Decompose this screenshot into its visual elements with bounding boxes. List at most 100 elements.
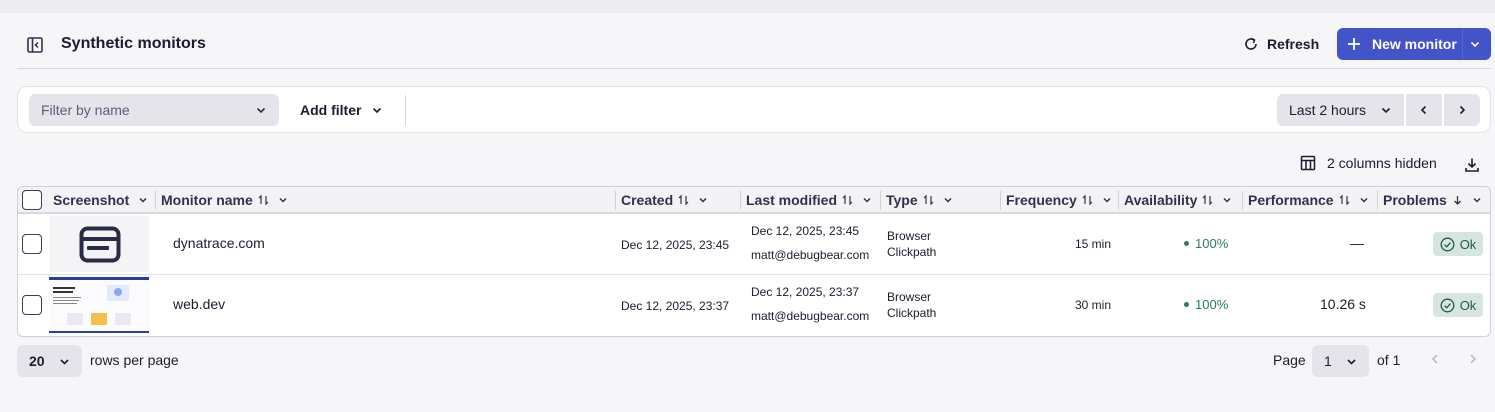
column-header-label: Performance — [1248, 191, 1334, 208]
column-header-label: Problems — [1383, 191, 1447, 208]
chevron-down-icon — [699, 197, 707, 203]
screenshot-thumbnail[interactable] — [49, 216, 149, 272]
column-header-type[interactable]: Type — [886, 187, 953, 212]
modified-by: matt@debugbear.com — [751, 248, 870, 262]
column-divider — [615, 191, 616, 210]
chevron-down-icon — [1347, 358, 1356, 365]
type-line1: Browser — [887, 290, 932, 304]
column-header-screenshot[interactable]: Screenshot — [53, 187, 148, 212]
column-header-problems[interactable]: Problems — [1383, 187, 1482, 212]
page-number-value: 1 — [1324, 353, 1332, 369]
chevron-down-icon — [373, 107, 382, 114]
columns-hidden-label: 2 columns hidden — [1327, 155, 1437, 171]
row-checkbox[interactable] — [22, 234, 42, 254]
chevron-left-icon — [1420, 105, 1427, 115]
plus-icon — [1348, 38, 1360, 50]
add-filter-label: Add filter — [300, 102, 362, 118]
new-monitor-button[interactable]: New monitor — [1337, 28, 1491, 60]
column-header-frequency[interactable]: Frequency — [1006, 187, 1112, 212]
chevron-down-icon — [139, 197, 147, 203]
chevron-down-icon — [1223, 197, 1231, 203]
sort-icon — [678, 194, 689, 205]
monitors-table: Screenshot Monitor name Created Last mod… — [17, 186, 1491, 337]
table-header: Screenshot Monitor name Created Last mod… — [18, 187, 1490, 214]
chevron-down-icon — [944, 197, 952, 203]
timeframe-next-button[interactable] — [1444, 94, 1480, 126]
column-header-label: Screenshot — [53, 191, 130, 208]
column-header-monitor-name[interactable]: Monitor name — [161, 187, 288, 212]
monitor-name-link[interactable]: web.dev — [173, 296, 225, 312]
type-line2: Clickpath — [887, 306, 937, 320]
column-header-performance[interactable]: Performance — [1248, 187, 1369, 212]
row-checkbox[interactable] — [22, 295, 42, 315]
availability-value: 100% — [1184, 297, 1228, 312]
chevron-down-icon — [279, 197, 287, 203]
problems-status-text: Ok — [1459, 236, 1477, 252]
table-row[interactable]: dynatrace.com Dec 12, 2025, 23:45 Dec 12… — [18, 214, 1490, 275]
page-count-label: of 1 — [1377, 352, 1401, 368]
column-header-created[interactable]: Created — [621, 187, 708, 212]
rows-per-page-value: 20 — [29, 353, 45, 369]
new-monitor-label: New monitor — [1372, 36, 1457, 52]
column-divider — [1118, 191, 1119, 210]
timeframe-previous-button[interactable] — [1406, 94, 1442, 126]
status-dot-icon — [1184, 302, 1189, 307]
column-divider — [740, 191, 741, 210]
performance-value: — — [1350, 235, 1364, 251]
column-divider — [155, 191, 156, 210]
filter-bar: Filter by name Add filter Last 2 hours — [17, 86, 1491, 133]
table-row[interactable]: web.dev Dec 12, 2025, 23:37 Dec 12, 2025… — [18, 275, 1490, 336]
sort-icon — [923, 194, 934, 205]
availability-text: 100% — [1195, 297, 1229, 312]
download-icon[interactable] — [1464, 157, 1480, 173]
column-header-label: Frequency — [1006, 191, 1077, 208]
page-title: Synthetic monitors — [61, 35, 206, 52]
chevron-down-icon — [1473, 197, 1481, 203]
frequency-value: 30 min — [1075, 298, 1112, 312]
column-header-label: Last modified — [746, 191, 838, 208]
sort-icon — [1339, 194, 1350, 205]
problems-status-text: Ok — [1459, 297, 1477, 313]
sidebar-toggle-icon[interactable] — [26, 36, 44, 54]
add-filter-button[interactable]: Add filter — [290, 94, 393, 126]
column-settings-button[interactable]: 2 columns hidden — [1300, 155, 1437, 171]
check-circle-icon — [1440, 298, 1455, 312]
modified-date: Dec 12, 2025, 23:45 — [751, 224, 860, 238]
status-dot-icon — [1184, 241, 1189, 246]
column-header-availability[interactable]: Availability — [1124, 187, 1232, 212]
chevron-right-icon — [1459, 105, 1466, 115]
table-columns-icon — [1300, 155, 1316, 171]
created-date: Dec 12, 2025, 23:37 — [621, 299, 730, 313]
column-divider — [880, 191, 881, 210]
timeframe-dropdown[interactable]: Last 2 hours — [1277, 94, 1404, 126]
modified-date: Dec 12, 2025, 23:37 — [751, 285, 860, 299]
top-strip — [0, 0, 1495, 13]
select-all-checkbox[interactable] — [22, 190, 42, 210]
refresh-icon — [1245, 37, 1257, 50]
chevron-down-icon[interactable] — [1469, 38, 1481, 50]
column-header-label: Availability — [1124, 191, 1198, 208]
check-circle-icon — [1440, 237, 1455, 251]
page-number-select[interactable]: 1 — [1312, 345, 1369, 377]
type-line1: Browser — [887, 229, 932, 243]
sort-icon — [842, 194, 853, 205]
column-header-last-modified[interactable]: Last modified — [746, 187, 872, 212]
rows-per-page-label: rows per page — [90, 352, 179, 368]
timeframe-selector: Last 2 hours — [1277, 94, 1480, 126]
button-divider — [1462, 28, 1463, 60]
problems-status-badge: Ok — [1433, 293, 1483, 317]
previous-page-icon[interactable] — [1428, 352, 1442, 366]
next-page-icon[interactable] — [1466, 352, 1480, 366]
problems-status-badge: Ok — [1433, 232, 1483, 256]
filter-by-name-input[interactable]: Filter by name — [29, 94, 279, 126]
chevron-down-icon — [1360, 197, 1368, 203]
rows-per-page-select[interactable]: 20 — [17, 345, 82, 377]
monitor-name-link[interactable]: dynatrace.com — [173, 235, 265, 251]
webpage-preview-icon — [49, 277, 149, 333]
screenshot-thumbnail[interactable] — [49, 277, 149, 333]
refresh-button[interactable]: Refresh — [1239, 28, 1323, 60]
page-header: Synthetic monitors Refresh New monitor — [17, 24, 1491, 69]
performance-value: 10.26 s — [1320, 296, 1366, 312]
divider — [405, 95, 406, 126]
filter-placeholder: Filter by name — [41, 102, 130, 118]
